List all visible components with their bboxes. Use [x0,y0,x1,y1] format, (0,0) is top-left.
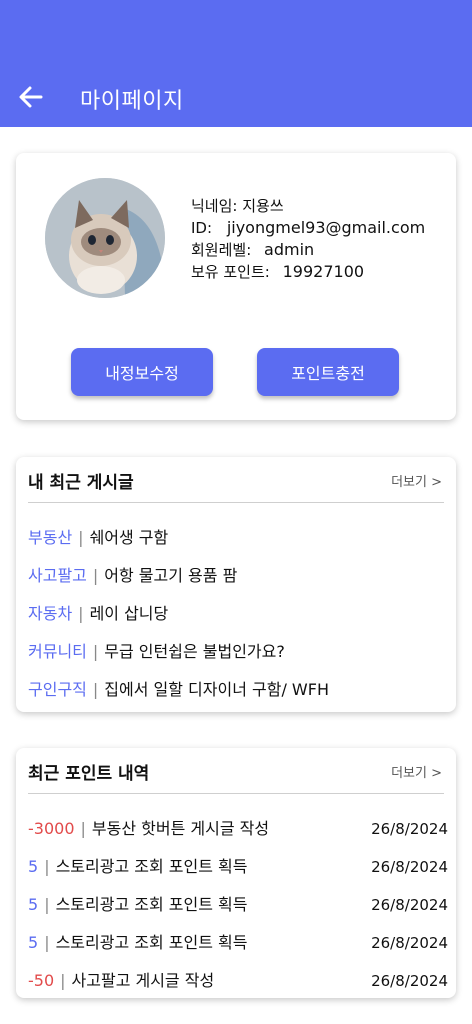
separator: | [44,933,50,952]
list-item[interactable]: 커뮤니티 | 무급 인턴쉽은 불법인가요? [28,633,448,671]
point-description: 스토리광고 조회 포인트 획득 [55,933,248,952]
post-title: 무급 인턴쉽은 불법인가요? [104,642,285,661]
list-item[interactable]: -3000 | 부동산 핫버튼 게시글 작성 26/8/2024 [28,810,448,848]
id-value: jiyongmel93@gmail.com [226,218,426,237]
post-category: 부동산 [28,528,73,547]
separator: | [92,642,99,661]
point-amount: 5 [28,857,39,876]
points-list: -3000 | 부동산 핫버튼 게시글 작성 26/8/2024 5 | 스토리광고 조… [28,810,448,1000]
separator: | [78,604,84,623]
level-label: 회원레벨: [191,241,252,259]
recent-points-card: 최근 포인트 내역 더보기 > -3000 | 부동산 핫버튼 게시글 작성 26/… [16,748,456,998]
list-item[interactable]: 구인구직 | 집에서 일할 디자이너 구함/ WFH [28,671,448,709]
post-title: 쉐어생 구함 [89,528,169,547]
more-link[interactable]: 더보기 > [391,471,442,490]
avatar [45,178,165,298]
point-date: 26/8/2024 [371,858,448,876]
id-row: ID: jiyongmel93@gmail.com [191,217,425,239]
level-row: 회원레벨: admin [191,239,425,261]
separator: | [92,566,99,585]
profile-card: 닉네임: 지용쓰 ID: jiyongmel93@gmail.com 회원레벨:… [16,153,456,420]
profile-info: 닉네임: 지용쓰 ID: jiyongmel93@gmail.com 회원레벨:… [191,195,425,283]
point-description: 스토리광고 조회 포인트 획득 [55,857,248,876]
section-title: 최근 포인트 내역 [28,764,150,784]
list-item[interactable]: 부동산 | 쉐어생 구함 [28,519,448,557]
divider [28,502,444,503]
more-link[interactable]: 더보기 > [391,762,442,781]
point-date: 26/8/2024 [371,972,448,990]
point-description: 부동산 핫버튼 게시글 작성 [91,819,270,838]
nickname-row: 닉네임: 지용쓰 [191,195,425,217]
divider [28,793,444,794]
separator: | [44,895,50,914]
post-category: 구인구직 [28,680,87,699]
point-amount: 5 [28,895,39,914]
point-date: 26/8/2024 [371,934,448,952]
post-title: 어항 물고기 용품 팜 [104,566,238,585]
point-date: 26/8/2024 [371,896,448,914]
id-label: ID: [191,219,213,237]
point-description: 사고팔고 게시글 작성 [71,971,215,990]
points-row: 보유 포인트: 19927100 [191,261,425,283]
page-title: 마이페이지 [80,89,184,114]
points-value: 19927100 [282,262,365,281]
post-title: 집에서 일할 디자이너 구함/ WFH [104,680,329,699]
list-item[interactable]: 5 | 스토리광고 조회 포인트 획득 26/8/2024 [28,924,448,962]
point-amount: -3000 [28,819,75,838]
separator: | [44,857,50,876]
separator: | [80,819,86,838]
edit-profile-button[interactable]: 내정보수정 [71,348,213,396]
list-item[interactable]: 사고팔고 | 어항 물고기 용품 팜 [28,557,448,595]
point-date: 26/8/2024 [371,820,448,838]
section-title: 내 최근 게시글 [28,473,134,493]
nickname-value: 지용쓰 [242,197,284,215]
list-item[interactable]: -50 | 사고팔고 게시글 작성 26/8/2024 [28,962,448,1000]
separator: | [92,680,99,699]
separator: | [60,971,66,990]
list-item[interactable]: 5 | 스토리광고 조회 포인트 획득 26/8/2024 [28,886,448,924]
arrow-left-icon[interactable] [16,82,46,112]
point-description: 스토리광고 조회 포인트 획득 [55,895,248,914]
nickname-label: 닉네임: [191,197,238,215]
level-value: admin [264,240,315,259]
separator: | [78,528,84,547]
post-title: 레이 삽니당 [89,604,169,623]
post-category: 사고팔고 [28,566,87,585]
points-label: 보유 포인트: [191,263,270,281]
point-amount: -50 [28,971,55,990]
app-bar: 마이페이지 [0,0,472,127]
recent-posts-card: 내 최근 게시글 더보기 > 부동산 | 쉐어생 구함 사고팔고 | 어항 물고기 용품… [16,457,456,712]
list-item[interactable]: 자동차 | 레이 삽니당 [28,595,448,633]
post-category: 커뮤니티 [28,642,87,661]
charge-points-button[interactable]: 포인트충전 [257,348,399,396]
post-list: 부동산 | 쉐어생 구함 사고팔고 | 어항 물고기 용품 팜 자동차 | 레이 삽니당 커… [28,519,448,709]
post-category: 자동차 [28,604,73,623]
point-amount: 5 [28,933,39,952]
list-item[interactable]: 5 | 스토리광고 조회 포인트 획득 26/8/2024 [28,848,448,886]
